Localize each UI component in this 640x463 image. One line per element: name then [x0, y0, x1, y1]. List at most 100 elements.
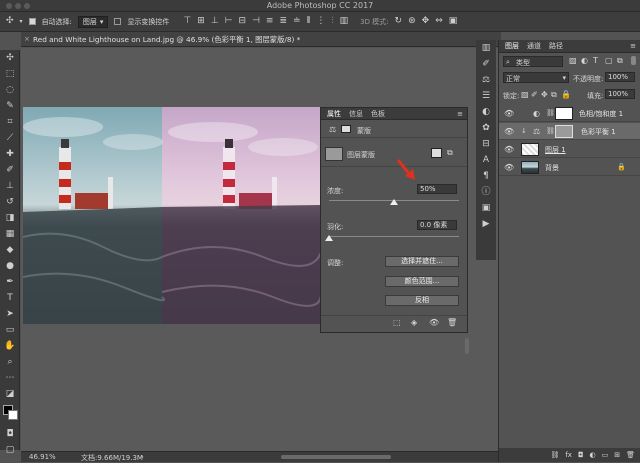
fill-field[interactable]: 100% [605, 89, 635, 99]
distribute-right-icon[interactable]: ⫶ [331, 17, 333, 26]
hand-tool-icon[interactable]: ✋ [0, 338, 20, 354]
layer-row[interactable]: 👁 ◐ ⛓ 色相/饱和度 1 [499, 105, 640, 122]
lock-all-icon[interactable]: 🔒 [561, 90, 571, 99]
play-icon[interactable]: ▶ [476, 216, 496, 232]
quick-mask-icon[interactable]: ◘ [0, 426, 20, 442]
lock-artboard-icon[interactable]: ⧉ [551, 90, 557, 100]
feather-slider-handle[interactable] [325, 235, 333, 241]
new-layer-icon[interactable]: ⊞ [614, 451, 620, 459]
link-icon[interactable]: ⛓ [546, 109, 555, 117]
gradient-tool-icon[interactable]: ▦ [0, 226, 20, 242]
more-tools-icon[interactable]: ⋯ [0, 370, 20, 386]
align-top-icon[interactable]: ⊤ [183, 17, 191, 26]
screen-mode-icon[interactable]: ▢ [0, 442, 20, 458]
marquee-tool-icon[interactable]: ⬚ [0, 66, 20, 82]
layer-mask-thumbnail[interactable] [555, 107, 573, 120]
clone-stamp-icon[interactable]: ⊥ [0, 178, 20, 194]
distribute-bottom-icon[interactable]: ≐ [293, 17, 301, 26]
default-colors-icon[interactable]: ◪ [0, 386, 20, 402]
lighthouse-photo[interactable] [23, 107, 321, 324]
eraser-tool-icon[interactable]: ◨ [0, 210, 20, 226]
lasso-tool-icon[interactable]: ◌ [0, 82, 20, 98]
tab-channels[interactable]: 通道 [527, 41, 541, 51]
auto-align-icon[interactable]: ▥ [340, 17, 349, 26]
eyedropper-tool-icon[interactable]: ⟋ [0, 130, 20, 146]
distribute-hcenter-icon[interactable]: ⋮ [316, 17, 325, 26]
show-transform-checkbox[interactable] [114, 18, 122, 25]
move-tool-icon[interactable]: ✣ [6, 17, 14, 26]
panel-menu-icon[interactable]: ≡ [457, 110, 463, 118]
quick-select-tool-icon[interactable]: ✎ [0, 98, 20, 114]
lock-position-icon[interactable]: ✥ [541, 90, 548, 99]
properties-icon[interactable]: ☰ [476, 88, 496, 104]
path-select-icon[interactable]: ➤ [0, 306, 20, 322]
invert-button[interactable]: 反相 [385, 295, 459, 306]
auto-select-dropdown[interactable]: 图层 ▾ [77, 15, 109, 28]
timeline-icon[interactable]: ▣ [476, 200, 496, 216]
layer-name[interactable]: 背景 [545, 163, 559, 173]
color-swatches-icon[interactable] [0, 402, 20, 426]
feather-slider-track[interactable] [329, 236, 459, 237]
filter-adjustment-icon[interactable]: ◐ [581, 56, 588, 65]
chevron-down-icon[interactable]: ▾ [20, 18, 23, 25]
select-pixel-mask-icon[interactable] [431, 148, 442, 158]
3d-scale-icon[interactable]: ▣ [449, 17, 458, 26]
group-folder-icon[interactable]: ▭ [602, 451, 609, 459]
pen-tool-icon[interactable]: ✒ [0, 274, 20, 290]
layer-name[interactable]: 色相/饱和度 1 [579, 109, 623, 119]
eye-icon[interactable]: 👁 [504, 163, 514, 172]
healing-brush-icon[interactable]: ✚ [0, 146, 20, 162]
align-left-icon[interactable]: ⊢ [225, 17, 233, 26]
layer-row-selected[interactable]: 👁 ↓ ⚖ ⛓ 色彩平衡 1 [499, 123, 640, 140]
distribute-vcenter-icon[interactable]: ≣ [279, 17, 287, 26]
vector-mask-icon[interactable]: ⧉ [447, 148, 453, 158]
paragraph-icon[interactable]: ¶ [476, 168, 496, 184]
libraries-icon[interactable]: ◐ [476, 104, 496, 120]
3d-rotate-icon[interactable]: ↻ [395, 17, 403, 26]
mask-icon[interactable] [341, 125, 351, 133]
filter-smart-icon[interactable]: ⧉ [617, 56, 623, 66]
zoom-tool-icon[interactable]: ⌕ [0, 354, 20, 370]
auto-select-checkbox[interactable] [28, 18, 36, 25]
distribute-icon[interactable]: ≡ [266, 17, 274, 26]
distribute-left-icon[interactable]: ⫴ [307, 17, 311, 26]
move-tool-icon[interactable]: ✣ [0, 50, 20, 66]
zoom-level[interactable]: 46.91% [29, 453, 56, 461]
eye-icon[interactable]: 👁 [504, 145, 514, 154]
opacity-field[interactable]: 100% [605, 72, 635, 82]
panel-menu-icon[interactable]: ≡ [630, 42, 636, 50]
link-icon[interactable]: ⛓ [546, 127, 555, 135]
layer-row[interactable]: 👁 图层 1 [499, 141, 640, 158]
adjustment-icon[interactable]: ⚖ [329, 125, 336, 134]
dodge-tool-icon[interactable]: ● [0, 258, 20, 274]
lock-transparent-icon[interactable]: ▨ [521, 90, 529, 99]
apply-mask-icon[interactable]: ◈ [411, 318, 417, 327]
filter-shape-icon[interactable]: ▢ [605, 56, 613, 65]
select-and-mask-button[interactable]: 选择并遮住... [385, 256, 459, 267]
close-tab-icon[interactable]: × [24, 35, 30, 43]
document-tab[interactable]: × Red and White Lighthouse on Land.jpg @… [21, 32, 501, 47]
horizontal-scrollbar[interactable] [281, 455, 391, 459]
layer-mask-thumbnail[interactable] [555, 125, 573, 138]
density-slider-handle[interactable] [390, 199, 398, 205]
info-icon[interactable]: ⓘ [476, 184, 496, 200]
trash-icon[interactable]: 🗑 [447, 318, 457, 327]
character-icon[interactable]: A [476, 152, 496, 168]
layer-name[interactable]: 图层 1 [545, 145, 566, 155]
feather-field[interactable]: 0.0 像素 [417, 220, 457, 230]
add-mask-icon[interactable]: ◘ [578, 451, 584, 459]
color-range-button[interactable]: 颜色范围... [385, 276, 459, 287]
link-layers-icon[interactable]: ⛓ [550, 451, 559, 459]
blur-tool-icon[interactable]: ◆ [0, 242, 20, 258]
align-bottom-icon[interactable]: ⊥ [211, 17, 219, 26]
eye-icon[interactable]: 👁 [429, 318, 439, 327]
history-brush-icon[interactable]: ↺ [0, 194, 20, 210]
rectangle-tool-icon[interactable]: ▭ [0, 322, 20, 338]
properties-scrollbar[interactable] [465, 338, 469, 354]
status-menu-icon[interactable]: › [141, 453, 144, 461]
tab-layers[interactable]: 图层 [505, 41, 519, 51]
layer-filter-dropdown[interactable]: ⌕ 类型 [503, 56, 563, 67]
tab-paths[interactable]: 路径 [549, 41, 563, 51]
align-hcenter-icon[interactable]: ⊟ [239, 17, 247, 26]
filter-pixel-icon[interactable]: ▨ [569, 56, 577, 65]
